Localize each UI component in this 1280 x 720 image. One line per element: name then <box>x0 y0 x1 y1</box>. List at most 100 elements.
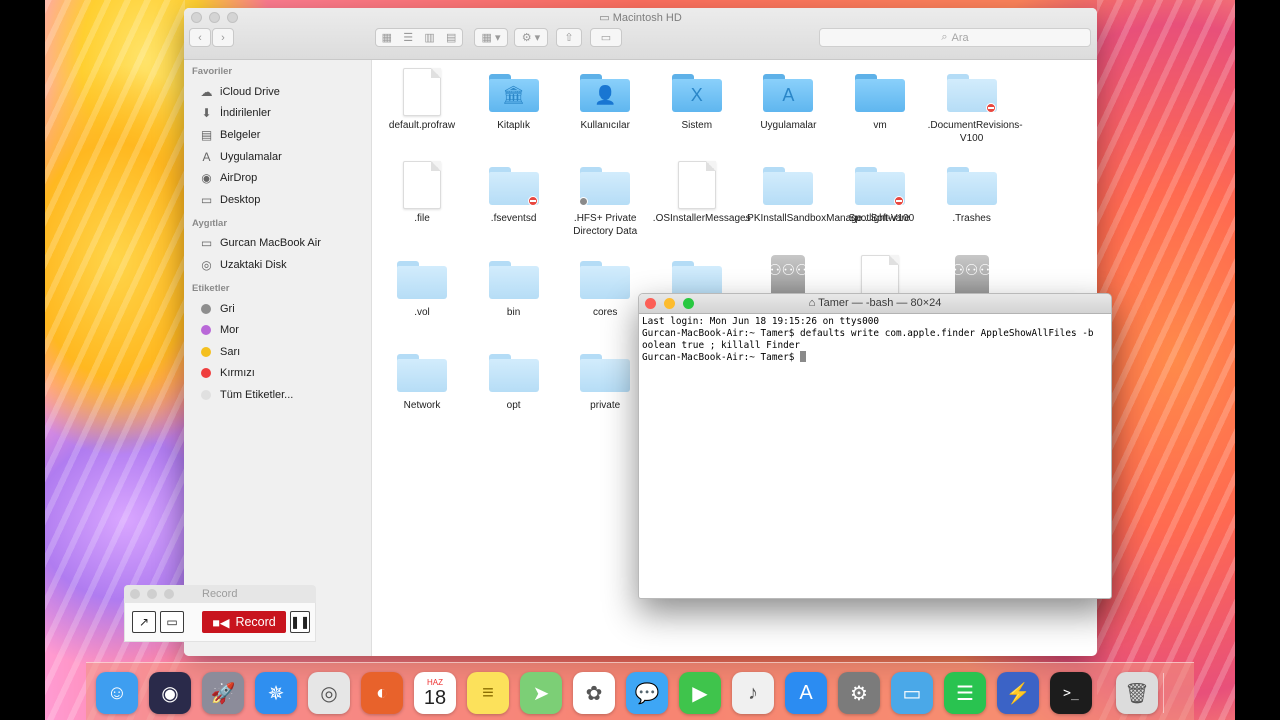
calendar-day: 18 <box>423 686 447 709</box>
folder-item[interactable]: Network <box>378 348 466 412</box>
sidebar-item-cloud[interactable]: ☁ iCloud Drive <box>184 81 371 103</box>
wallpaper-stripes-right <box>1097 0 1235 720</box>
sidebar-header-devices: Aygıtlar <box>192 217 228 229</box>
search-field[interactable]: ⌕ Ara <box>819 28 1091 47</box>
sidebar-item-disc[interactable]: ◎ Uzaktaki Disk <box>184 254 371 276</box>
view-mode-group[interactable]: ▦ ☰ ▥ ▤ <box>375 28 463 47</box>
record-zoom-button[interactable] <box>164 589 174 599</box>
record-button[interactable]: ■◀ Record <box>202 611 286 633</box>
home-icon: ⌂ <box>808 297 816 309</box>
sidebar-item-tag[interactable]: Mor <box>184 319 371 341</box>
dock-screen-sharing-icon[interactable]: ▭ <box>891 672 933 714</box>
folder-item[interactable]: private <box>561 348 649 412</box>
sidebar-item-documents[interactable]: ▤ Belgeler <box>184 124 371 146</box>
dock-system-preferences-icon[interactable]: ⚙ <box>838 672 880 714</box>
item-label: Sistem <box>681 120 713 131</box>
record-minimize-button[interactable] <box>147 589 157 599</box>
dock-siri-icon[interactable]: ◉ <box>149 672 191 714</box>
chrome-glyph-icon: ◎ <box>320 682 338 705</box>
terminal-window[interactable]: ⌂ Tamer — -bash — 80×24 Last login: Mon … <box>638 293 1112 599</box>
folder-item[interactable]: bin <box>470 255 558 319</box>
folder-item[interactable]: 👤 Kullanıcılar <box>561 68 649 132</box>
record-close-button[interactable] <box>130 589 140 599</box>
folder-item[interactable]: opt <box>470 348 558 412</box>
folder-icon <box>488 255 540 299</box>
sidebar-item-download[interactable]: ⬇ İndirilenler <box>184 103 371 125</box>
share-button[interactable]: ⇧ <box>556 28 582 47</box>
folder-item[interactable]: cores <box>561 255 649 319</box>
folder-item[interactable]: .vol <box>378 255 466 319</box>
item-label: Uygulamalar <box>760 120 817 131</box>
item-label: private <box>590 399 621 411</box>
action-button[interactable]: ⚙ ▾ <box>514 28 548 47</box>
folder-item[interactable]: vm <box>836 68 924 132</box>
folder-item[interactable]: .PKInstallSandboxManage...Software <box>744 161 910 225</box>
dock-terminal-icon[interactable]: >_ <box>1050 672 1092 714</box>
itunes-glyph-icon: ♪ <box>748 681 758 704</box>
trash-glyph-icon: 🗑 <box>1124 682 1150 705</box>
dock-maps-icon[interactable]: ➤ <box>520 672 562 714</box>
terminal-output[interactable]: Last login: Mon Jun 18 19:15:26 on ttys0… <box>639 314 1111 366</box>
folder-item[interactable]: .Trashes <box>928 161 1016 225</box>
dock-power-app-icon[interactable]: ⚡ <box>997 672 1039 714</box>
item-label: .DocumentRevisions-V100 <box>927 120 1023 144</box>
dock-line-icon[interactable]: ☰ <box>944 672 986 714</box>
tag-color-dot-icon <box>201 346 211 357</box>
folder-item[interactable]: .DocumentRevisions-V100 <box>927 68 1023 145</box>
sidebar-item-label: Kırmızı <box>220 367 255 380</box>
dock-photos-icon[interactable]: ✿ <box>573 672 615 714</box>
sidebar-item-desktop[interactable]: ▭ Desktop <box>184 189 371 211</box>
dock-safari-icon[interactable]: ✵ <box>255 672 297 714</box>
folder-icon <box>579 348 631 392</box>
dock-firefox-icon[interactable]: ◐ <box>361 672 403 714</box>
folder-item[interactable]: .HFS+ Private Directory Data <box>561 161 649 238</box>
icon-view-icon[interactable]: ▦ <box>382 31 392 44</box>
forward-button[interactable]: › <box>212 28 234 47</box>
sidebar-item-tag[interactable]: Tüm Etiketler... <box>184 384 371 406</box>
dock-chrome-icon[interactable]: ◎ <box>308 672 350 714</box>
file-item[interactable]: .OSInstallerMessages <box>653 161 751 225</box>
dock-facetime-icon[interactable]: ▶ <box>679 672 721 714</box>
folder-icon <box>946 161 998 206</box>
terminal-line: Last login: Mon Jun 18 19:15:26 on ttys0… <box>642 316 880 327</box>
sidebar-item-tag[interactable]: Sarı <box>184 341 371 363</box>
arrange-button[interactable]: ▦ ▾ <box>474 28 508 47</box>
back-button[interactable]: ‹ <box>189 28 211 47</box>
dock-messages-icon[interactable]: 💬 <box>626 672 668 714</box>
gallery-view-icon[interactable]: ▤ <box>446 31 456 44</box>
finder-sidebar: Favoriler ☁ iCloud Drive ⬇ İndirilenler ▤ Bel… <box>184 60 372 656</box>
dock-launchpad-icon[interactable]: 🚀 <box>202 672 244 714</box>
siri-glyph-icon: ◉ <box>161 682 179 705</box>
pause-button[interactable]: ❚❚ <box>290 611 310 633</box>
record-widget[interactable]: Record ↗ ▭ ■◀ Record ❚❚ <box>124 585 316 642</box>
folder-item[interactable]: X Sistem <box>653 68 741 132</box>
sidebar-item-tag[interactable]: Gri <box>184 298 371 320</box>
tag-color-dot-icon <box>201 389 211 400</box>
folder-item[interactable]: 🏛 Kitaplık <box>470 68 558 132</box>
dock-notes-icon[interactable]: ≡ <box>467 672 509 714</box>
sidebar-item-applications[interactable]: A Uygulamalar <box>184 146 371 168</box>
no-access-badge-icon <box>527 196 538 207</box>
dock-app-store-icon[interactable]: A <box>785 672 827 714</box>
item-label: .Spotlight-V100 <box>845 213 915 225</box>
dock-itunes-icon[interactable]: ♪ <box>732 672 774 714</box>
folder-item[interactable]: .Spotlight-V100 <box>836 161 924 225</box>
select-area-button[interactable]: ↗ <box>132 611 156 633</box>
dock-calendar-icon[interactable]: HAZ 18 <box>414 672 456 714</box>
dock-finder-icon[interactable]: ☺ <box>96 672 138 714</box>
column-view-icon[interactable]: ▥ <box>424 31 434 44</box>
sidebar-item-airdrop[interactable]: ◉ AirDrop <box>184 167 371 189</box>
tags-button[interactable]: ▭ <box>590 28 622 47</box>
folder-icon: 🏛 <box>488 68 540 112</box>
airdrop-icon: ◉ <box>201 171 212 186</box>
file-item[interactable]: .file <box>378 161 466 225</box>
full-screen-button[interactable]: ▭ <box>160 611 184 633</box>
dock-trash-icon[interactable]: 🗑 <box>1116 672 1158 714</box>
sidebar-item-tag[interactable]: Kırmızı <box>184 363 371 385</box>
record-controls: ↗ ▭ ■◀ Record ❚❚ <box>124 603 316 642</box>
file-item[interactable]: default.profraw <box>378 68 466 132</box>
sidebar-item-laptop[interactable]: ▭ Gurcan MacBook Air <box>184 233 371 255</box>
folder-item[interactable]: A Uygulamalar <box>744 68 832 132</box>
folder-item[interactable]: .fseventsd <box>470 161 558 225</box>
list-view-icon[interactable]: ☰ <box>403 31 413 44</box>
